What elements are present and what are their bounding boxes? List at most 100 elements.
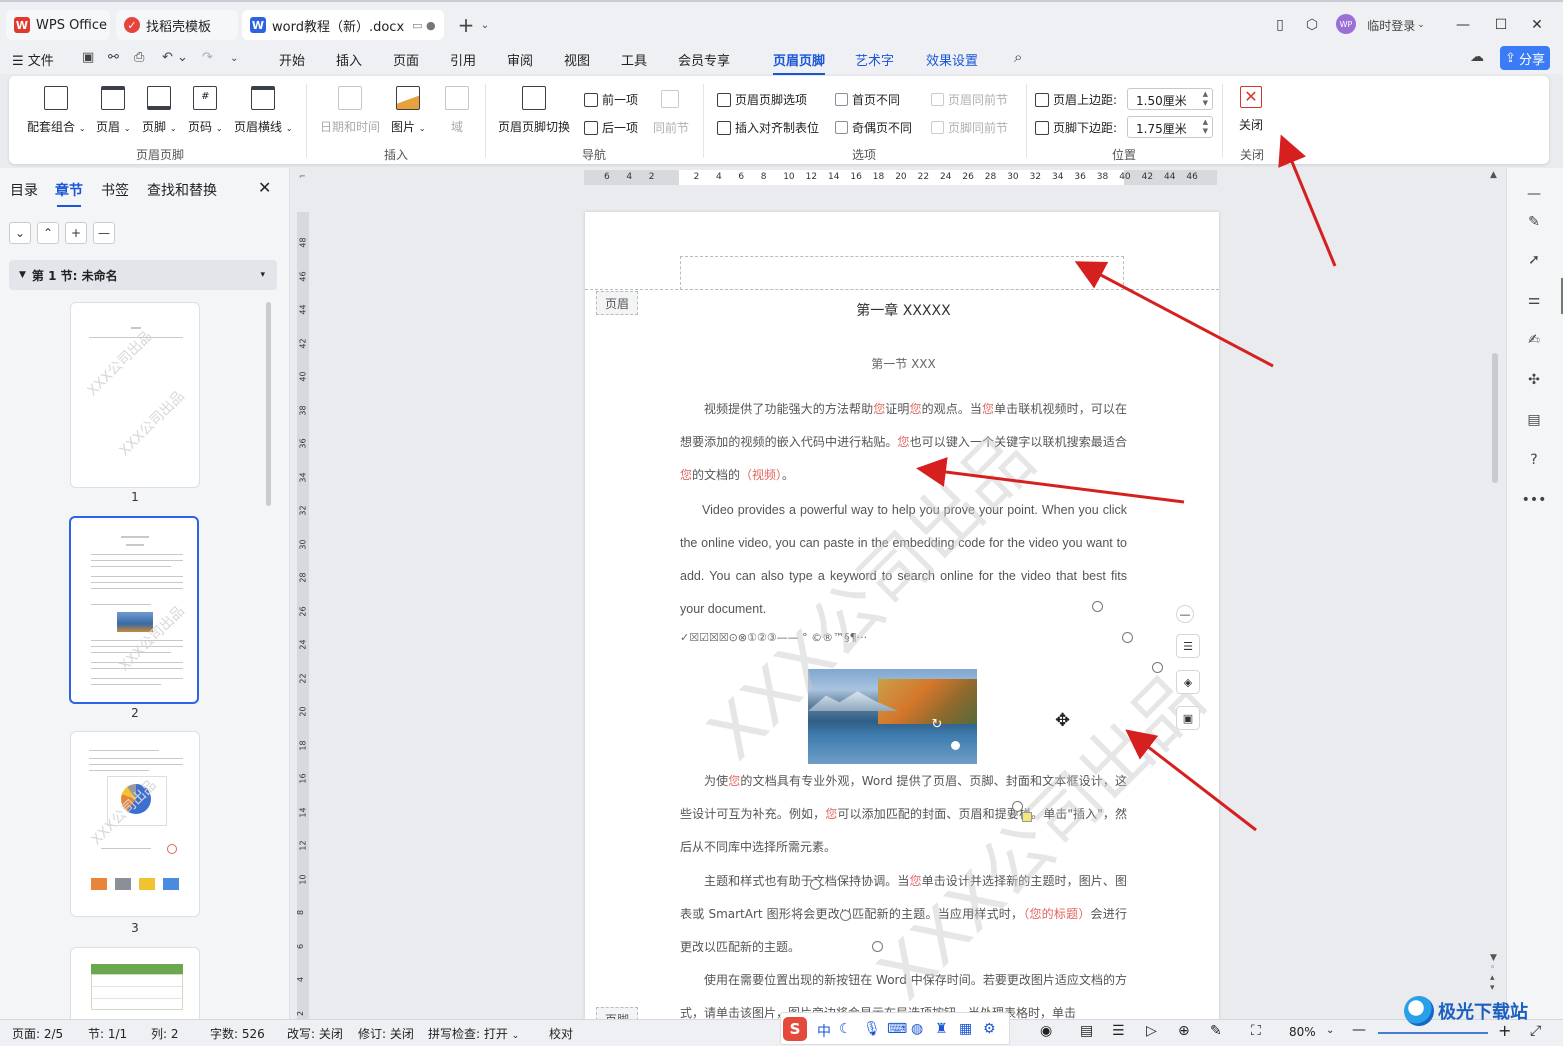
chevron-up-icon[interactable]: ⌃ xyxy=(37,222,59,244)
print-preview-icon[interactable]: ⎙ xyxy=(134,50,144,65)
shirt-icon[interactable]: ♜ xyxy=(935,1021,948,1037)
menu-review[interactable]: 审阅 xyxy=(507,50,533,69)
tab-sections[interactable]: 章节 xyxy=(55,180,83,207)
zoom-level[interactable]: 80% xyxy=(1289,1025,1316,1039)
text-wrap-icon[interactable]: ☰ xyxy=(1176,634,1200,658)
scroll-up-icon[interactable]: ▲ xyxy=(1490,170,1497,180)
document-area[interactable]: ⌐ 6 4 2 2 4 6 8 10 12 14 16 18 20 22 24 26 28 30 32 34 36 38 4… xyxy=(291,168,1506,1019)
menu-header-footer[interactable]: 页眉页脚 xyxy=(773,50,826,75)
menu-member[interactable]: 会员专享 xyxy=(678,50,730,69)
resize-handle[interactable] xyxy=(1012,801,1023,812)
undo-icon[interactable]: ↶ ⌄ xyxy=(162,50,188,65)
header-top-margin-input[interactable]: 1.50厘米 ▲ ▼ xyxy=(1127,88,1213,110)
select-cursor-icon[interactable]: ➚ xyxy=(1524,250,1544,270)
close-header-footer-button[interactable]: ✕ 关闭 xyxy=(1239,86,1263,133)
spinner-arrows-icon[interactable]: ▲ ▼ xyxy=(1203,90,1208,108)
gamepad-icon[interactable]: ◍ xyxy=(911,1021,923,1037)
previous-item-button[interactable]: 前一项 xyxy=(584,91,638,108)
share-link-icon[interactable]: ⚯ xyxy=(108,50,119,65)
paragraph-1[interactable]: 视频提供了功能强大的方法帮助您证明您的观点。当您单击联机视频时，可以在想要添加的… xyxy=(680,393,1127,492)
tab-find-replace[interactable]: 查找和替换 xyxy=(147,180,217,200)
collapse-toolbar-icon[interactable]: — xyxy=(1176,605,1194,623)
file-menu[interactable]: ☰ 文件 xyxy=(12,50,54,69)
status-word-count[interactable]: 字数: 526 xyxy=(210,1025,265,1042)
adjust-icon[interactable]: ⚌ xyxy=(1524,290,1544,310)
ruler-corner-icon[interactable]: ⌐ xyxy=(299,172,309,182)
tab-document[interactable]: W word教程（新）.docx ▭ ● xyxy=(242,10,444,40)
status-track-changes[interactable]: 修订: 关闭 xyxy=(358,1025,414,1042)
tab-wps-office[interactable]: W WPS Office xyxy=(6,10,110,40)
header-line-button[interactable]: 页眉横线 ⌄ xyxy=(234,86,293,135)
cloud-icon[interactable]: ☁ xyxy=(1470,49,1484,65)
footer-button[interactable]: 页脚 ⌄ xyxy=(142,86,177,135)
status-column[interactable]: 列: 2 xyxy=(151,1025,179,1042)
section-title[interactable]: 第一节 XXX xyxy=(680,355,1127,372)
settings-icon[interactable]: ⚙ xyxy=(983,1021,996,1037)
menu-tools[interactable]: 工具 xyxy=(621,50,647,69)
rotate-handle-icon[interactable]: ↻ xyxy=(929,717,945,733)
same-as-previous-button[interactable]: 同前节 xyxy=(653,119,689,136)
grid-icon[interactable]: ▦ xyxy=(959,1021,972,1037)
switch-header-footer-button[interactable]: 页眉页脚切换 xyxy=(498,86,570,135)
picture-button[interactable]: 图片 ⌄ xyxy=(391,86,426,135)
status-section[interactable]: 节: 1/1 xyxy=(88,1025,127,1042)
collapse-icon[interactable]: — xyxy=(1524,184,1544,204)
first-page-different-checkbox[interactable]: 首页不同 xyxy=(835,91,900,108)
header-same-prev-checkbox[interactable]: 页眉同前节 xyxy=(931,91,1008,108)
next-item-button[interactable]: 后一项 xyxy=(584,119,638,136)
status-spell-check[interactable]: 拼写检查: 打开 ⌄ xyxy=(428,1025,519,1042)
page-view-icon[interactable]: ▤ xyxy=(1080,1023,1093,1039)
menu-page[interactable]: 页面 xyxy=(393,50,419,69)
save-icon[interactable]: ▣ xyxy=(82,50,94,65)
cube-icon[interactable]: ⬡ xyxy=(1302,14,1322,36)
more-icon[interactable]: ••• xyxy=(1522,490,1547,510)
ime-toolbar[interactable]: S 中 ☾ 🎙 ⌨ ◍ ♜ ▦ ⚙ xyxy=(780,1012,1010,1045)
sign-icon[interactable]: ✍ xyxy=(1524,330,1544,350)
header-edit-box[interactable] xyxy=(680,256,1124,290)
pen-icon[interactable]: ✎ xyxy=(1524,212,1544,232)
keyboard-icon[interactable]: ⌨ xyxy=(887,1021,907,1037)
help-icon[interactable]: ? xyxy=(1524,450,1544,470)
eye-protect-icon[interactable]: ✎ xyxy=(1210,1023,1222,1039)
footer-same-prev-checkbox[interactable]: 页脚同前节 xyxy=(931,119,1008,136)
header-button[interactable]: 页眉 ⌄ xyxy=(96,86,131,135)
zoom-out-icon[interactable]: — xyxy=(1352,1022,1366,1038)
vertical-ruler[interactable]: 48 46 44 42 40 38 36 34 32 30 28 26 24 22 20 18 16 14 12 10… xyxy=(296,212,309,1019)
tab-toc[interactable]: 目录 xyxy=(10,180,38,200)
menu-home[interactable]: 开始 xyxy=(279,50,305,69)
adjust-handle[interactable] xyxy=(1022,812,1032,822)
tools-icon[interactable]: ✣ xyxy=(1524,370,1544,390)
sogou-ime-icon[interactable]: S xyxy=(783,1017,807,1041)
resize-handle[interactable] xyxy=(1122,632,1133,643)
layout-icon[interactable]: ▯ xyxy=(1270,14,1290,36)
document-scrollbar[interactable] xyxy=(1492,353,1498,483)
close-pane-icon[interactable]: ✕ xyxy=(258,178,271,197)
horizontal-ruler[interactable]: 6 4 2 2 4 6 8 10 12 14 16 18 20 22 24 26 28 30 32 34 36 38 40 4… xyxy=(584,170,1217,185)
resize-handle[interactable] xyxy=(1152,662,1163,673)
menu-insert[interactable]: 插入 xyxy=(336,50,362,69)
tab-list-chevron-icon[interactable]: ⌄ xyxy=(478,14,492,36)
menu-references[interactable]: 引用 xyxy=(450,50,476,69)
play-icon[interactable]: ▷ xyxy=(1146,1023,1157,1039)
page-thumbnail-2[interactable]: XXX公司出品 xyxy=(69,516,199,704)
page-thumbnail-4[interactable] xyxy=(70,947,200,1019)
chevron-down-icon[interactable]: ⌄ xyxy=(9,222,31,244)
status-page[interactable]: 页面: 2/5 xyxy=(12,1025,63,1042)
new-tab-button[interactable]: + xyxy=(452,13,480,37)
page-thumbnail-1[interactable]: XXX公司出品 XXX公司出品 xyxy=(70,302,200,488)
zoom-slider[interactable] xyxy=(1378,1032,1488,1034)
ime-mode[interactable]: 中 xyxy=(817,1021,831,1041)
pane-scrollbar[interactable] xyxy=(266,302,271,506)
menu-effects[interactable]: 效果设置 xyxy=(926,50,978,69)
eye-icon[interactable]: ◉ xyxy=(1040,1023,1052,1039)
field-button[interactable]: 域 xyxy=(445,86,469,135)
status-overwrite[interactable]: 改写: 关闭 xyxy=(287,1025,343,1042)
chapter-title[interactable]: 第一章 XXXXX xyxy=(680,300,1127,320)
odd-even-different-checkbox[interactable]: 奇偶页不同 xyxy=(835,119,912,136)
resize-handle[interactable] xyxy=(840,910,851,921)
web-view-icon[interactable]: ⊕ xyxy=(1178,1023,1190,1039)
page-thumbnail-3[interactable]: XXX公司出品 xyxy=(70,731,200,917)
search-icon[interactable]: ⌕ xyxy=(1014,48,1022,66)
moon-icon[interactable]: ☾ xyxy=(839,1021,852,1037)
page-number-button[interactable]: # 页码 ⌄ xyxy=(188,86,223,135)
